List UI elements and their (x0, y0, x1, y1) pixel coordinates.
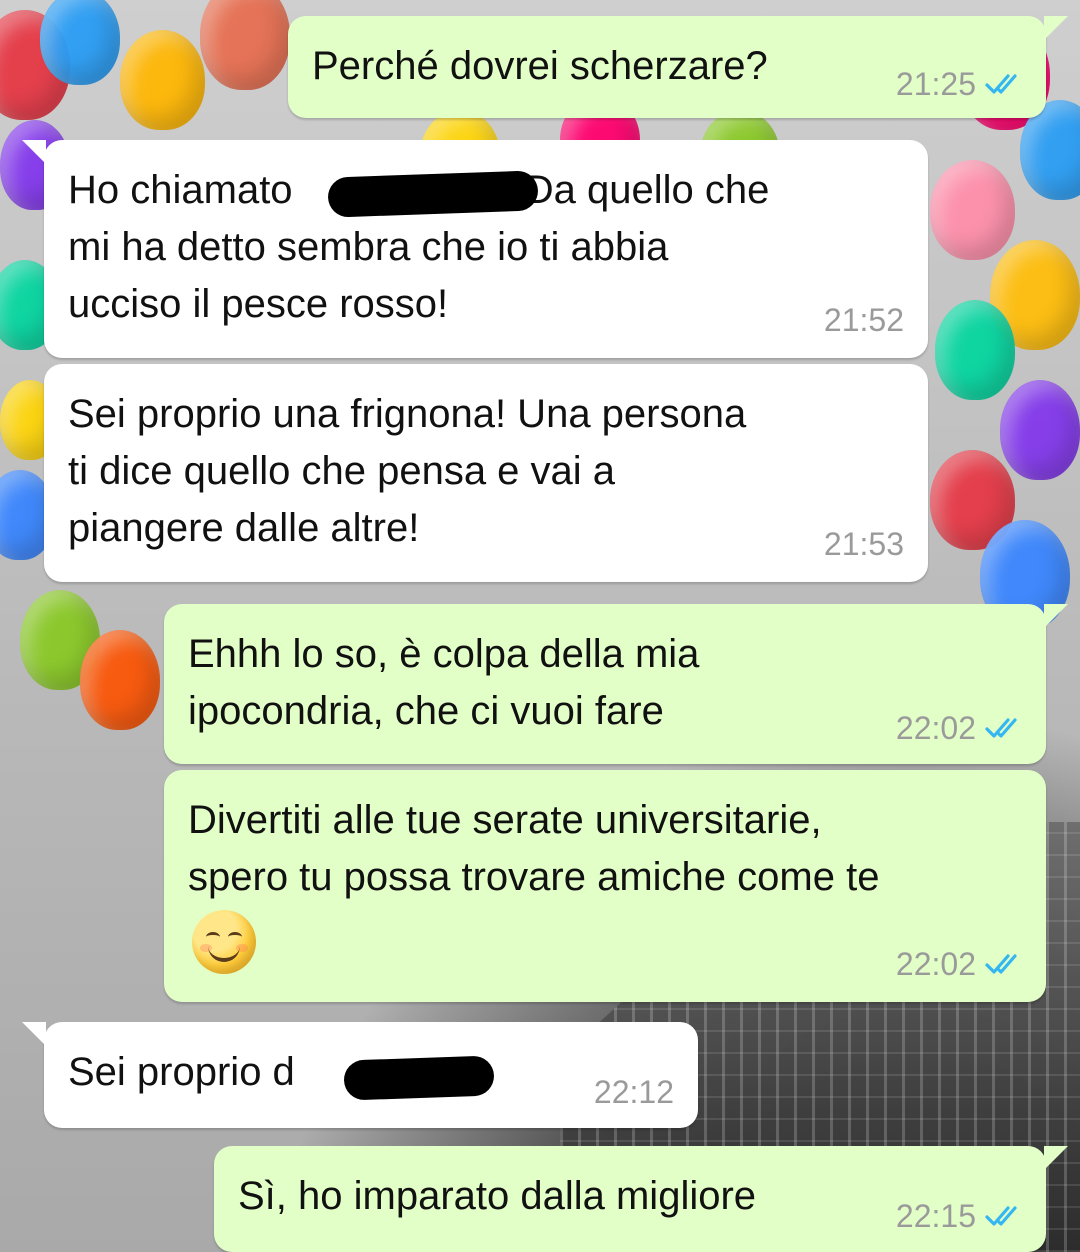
message-time: 21:25 (895, 66, 976, 102)
message-bubble[interactable]: Divertiti alle tue serate universitarie,… (164, 770, 1046, 1002)
message-text-before-redaction: Sei proprio d (68, 1050, 295, 1094)
redaction-mark (343, 1055, 495, 1101)
chat-thread[interactable]: Perché dovrei scherzare? 21:25 Ho chiama… (0, 0, 1080, 1252)
redaction-mark (327, 170, 539, 218)
smiling-face-emoji (192, 910, 256, 974)
message-text: Divertiti alle tue serate universitarie,… (188, 798, 880, 899)
message-text: Sei proprio una frignona! Una persona ti… (68, 392, 747, 550)
message-time: 22:02 (895, 946, 976, 982)
message-meta: 21:53 (824, 526, 904, 562)
read-double-check-icon (985, 1206, 1017, 1226)
message-time: 22:12 (593, 1074, 674, 1110)
read-double-check-icon (985, 74, 1017, 94)
message-meta: 22:12 (594, 1074, 674, 1110)
message-time: 21:53 (823, 526, 904, 562)
message-bubble[interactable]: Ho chiamato. Da quello che mi ha detto s… (22, 140, 928, 358)
read-double-check-icon (985, 954, 1017, 974)
message-bubble[interactable]: Perché dovrei scherzare? 21:25 (288, 16, 1068, 118)
message-bubble[interactable]: Sei proprio una frignona! Una persona ti… (44, 364, 928, 582)
message-meta: 22:02 (896, 946, 1022, 982)
message-meta: 21:25 (896, 66, 1022, 102)
message-text: Perché dovrei scherzare? (312, 44, 768, 88)
message-text-before-redaction: Ho chiamato (68, 168, 293, 212)
message-bubble[interactable]: Ehhh lo so, è colpa della mia ipocondria… (164, 604, 1068, 764)
message-meta: 21:52 (824, 302, 904, 338)
message-meta: 22:15 (896, 1198, 1022, 1234)
message-meta: 22:02 (896, 710, 1022, 746)
message-time: 22:15 (895, 1198, 976, 1234)
message-text: Sì, ho imparato dalla migliore (238, 1174, 757, 1218)
message-bubble[interactable]: Sì, ho imparato dalla migliore 22:15 (214, 1146, 1068, 1252)
message-text: Ehhh lo so, è colpa della mia ipocondria… (188, 632, 700, 733)
message-time: 21:52 (823, 302, 904, 338)
read-double-check-icon (985, 718, 1017, 738)
message-time: 22:02 (895, 710, 976, 746)
message-bubble[interactable]: Sei proprio de 22:12 (22, 1022, 698, 1128)
